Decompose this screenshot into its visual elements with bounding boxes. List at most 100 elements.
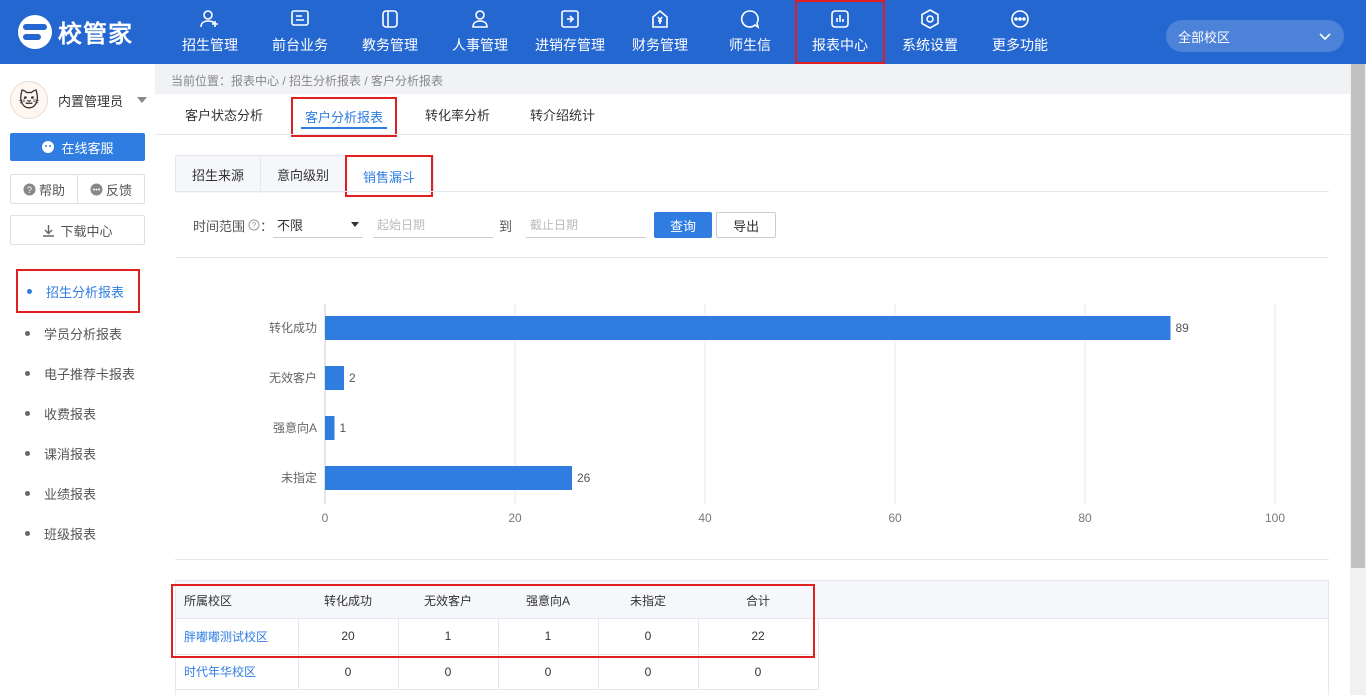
start-date-input[interactable]: 起始日期 bbox=[373, 212, 494, 238]
nav-item-more[interactable]: 更多功能 bbox=[975, 0, 1065, 64]
nav-item-enrollment[interactable]: 招生管理 bbox=[165, 0, 255, 64]
question-icon: ? bbox=[23, 183, 36, 195]
feedback-icon bbox=[90, 183, 103, 195]
help-button[interactable]: ? 帮助 bbox=[11, 175, 77, 203]
sidebar-item-class-report[interactable]: 班级报表 bbox=[0, 513, 155, 553]
y-category-label: 转化成功 bbox=[269, 320, 317, 335]
tab-conversion-rate[interactable]: 转化率分析 bbox=[413, 94, 502, 135]
chat-icon bbox=[740, 10, 760, 29]
column-header: 未指定 bbox=[629, 593, 666, 608]
nav-item-reports[interactable]: 报表中心 bbox=[795, 0, 885, 64]
sidebar-item-performance-report[interactable]: 业绩报表 bbox=[0, 473, 155, 513]
filter-bar: 时间范围 ? ： 不限 起始日期 到 截止日期 查询 导出 bbox=[193, 212, 777, 238]
query-button[interactable]: 查询 bbox=[654, 212, 713, 238]
table-row: 胖嘟嘟测试校区 20 1 1 0 22 bbox=[176, 619, 819, 655]
divider bbox=[175, 257, 1329, 258]
sidebar-item-label: 课消报表 bbox=[44, 446, 97, 462]
online-service-label: 在线客服 bbox=[61, 140, 114, 156]
top-navigation-bar: 校管家 招生管理 前台业务 教务管理 人事管理 进销存管理 财务管理 师生信 报… bbox=[0, 0, 1366, 64]
nav-item-hr[interactable]: 人事管理 bbox=[435, 0, 525, 64]
nav-label: 师生信 bbox=[729, 37, 771, 53]
table-cell: 0 bbox=[598, 654, 699, 690]
nav-item-settings[interactable]: 系统设置 bbox=[885, 0, 975, 64]
sidebar-item-label: 业绩报表 bbox=[44, 486, 97, 502]
app-logo[interactable]: 校管家 bbox=[18, 14, 133, 49]
to-label: 到 bbox=[499, 218, 513, 234]
table-row: 时代年华校区 0 0 0 0 0 bbox=[176, 654, 819, 690]
funnel-bar bbox=[325, 466, 572, 490]
tab-customer-analysis[interactable]: 客户分析报表 bbox=[291, 96, 398, 137]
table-cell: 22 bbox=[698, 619, 819, 655]
bullet-icon bbox=[25, 530, 30, 536]
user-menu[interactable]: 🐱 内置管理员 bbox=[10, 81, 148, 119]
campus-select[interactable]: 全部校区 bbox=[1166, 20, 1344, 52]
bar-value-label: 26 bbox=[577, 471, 591, 485]
export-button[interactable]: 导出 bbox=[716, 212, 777, 238]
x-tick-label: 60 bbox=[888, 511, 902, 525]
table-cell: 0 bbox=[598, 619, 699, 655]
scrollbar[interactable] bbox=[1350, 64, 1366, 695]
column-header: 无效客户 bbox=[423, 593, 472, 608]
analysis-subtabs: 招生来源 意向级别 销售漏斗 bbox=[175, 155, 435, 197]
x-tick-label: 40 bbox=[698, 511, 712, 525]
subtab-source[interactable]: 招生来源 bbox=[176, 156, 261, 193]
bullet-icon bbox=[25, 490, 30, 496]
tab-referral-stats[interactable]: 转介绍统计 bbox=[518, 94, 607, 135]
sidebar-menu: 招生分析报表 学员分析报表 电子推荐卡报表 收费报表 课消报表 业绩报表 班级报… bbox=[0, 269, 155, 553]
nav-label: 报表中心 bbox=[812, 37, 868, 53]
breadcrumb: 当前位置：报表中心 / 招生分析报表 / 客户分析报表 bbox=[171, 74, 444, 88]
table-cell: 0 bbox=[398, 654, 499, 690]
funnel-bar bbox=[325, 366, 344, 390]
logo-text: 校管家 bbox=[58, 21, 133, 48]
nav-item-academic[interactable]: 教务管理 bbox=[345, 0, 435, 64]
online-service-button[interactable]: 在线客服 bbox=[10, 133, 145, 161]
sidebar-item-label: 学员分析报表 bbox=[44, 326, 123, 342]
avatar: 🐱 bbox=[10, 81, 48, 119]
time-range-label: 时间范围 bbox=[193, 218, 246, 234]
scrollbar-thumb[interactable] bbox=[1351, 64, 1365, 568]
x-tick-label: 20 bbox=[508, 511, 522, 525]
feedback-button[interactable]: 反馈 bbox=[77, 175, 144, 203]
nav-item-inventory[interactable]: 进销存管理 bbox=[525, 0, 615, 64]
time-range-value: 不限 bbox=[277, 218, 304, 233]
end-date-input[interactable]: 截止日期 bbox=[526, 212, 647, 238]
chat-bubble-icon bbox=[42, 141, 55, 153]
nav-item-front-desk[interactable]: 前台业务 bbox=[255, 0, 345, 64]
tab-customer-status[interactable]: 客户状态分析 bbox=[173, 94, 275, 135]
table-cell: 1 bbox=[398, 619, 499, 655]
download-center-button[interactable]: 下载中心 bbox=[10, 215, 145, 245]
caret-down-icon bbox=[351, 222, 360, 227]
nav-label: 进销存管理 bbox=[535, 37, 605, 53]
campus-link[interactable]: 时代年华校区 bbox=[176, 654, 299, 690]
table-cell: 0 bbox=[698, 654, 819, 690]
bar-value-label: 89 bbox=[1176, 321, 1190, 335]
nav-item-messaging[interactable]: 师生信 bbox=[705, 0, 795, 64]
time-range-select[interactable]: 不限 bbox=[273, 212, 364, 238]
report-icon bbox=[831, 10, 849, 28]
svg-text:?: ? bbox=[252, 221, 257, 230]
bullet-icon bbox=[25, 330, 30, 336]
funnel-bar bbox=[325, 416, 335, 440]
column-header: 转化成功 bbox=[323, 593, 372, 608]
sidebar-item-student-report[interactable]: 学员分析报表 bbox=[0, 313, 155, 353]
download-icon bbox=[43, 224, 55, 237]
question-circle-icon[interactable]: ? bbox=[248, 219, 260, 231]
nav-item-finance[interactable]: 财务管理 bbox=[615, 0, 705, 64]
column-header: 所属校区 bbox=[184, 593, 233, 608]
settings-icon bbox=[921, 9, 939, 29]
sidebar-item-referral-card-report[interactable]: 电子推荐卡报表 bbox=[0, 353, 155, 393]
subtab-intent-level[interactable]: 意向级别 bbox=[260, 156, 346, 193]
sidebar-item-label: 招生分析报表 bbox=[46, 284, 125, 300]
table-cell: 0 bbox=[298, 654, 399, 690]
funnel-bar bbox=[325, 316, 1171, 340]
sidebar-item-fee-report[interactable]: 收费报表 bbox=[0, 393, 155, 433]
y-category-label: 未指定 bbox=[281, 470, 317, 485]
user-name: 内置管理员 bbox=[58, 93, 124, 109]
nav-label: 招生管理 bbox=[182, 37, 238, 53]
sidebar-item-consumption-report[interactable]: 课消报表 bbox=[0, 433, 155, 473]
campus-link[interactable]: 胖嘟嘟测试校区 bbox=[176, 619, 299, 655]
y-category-label: 无效客户 bbox=[269, 370, 317, 385]
main-content: 客户状态分析 客户分析报表 转化率分析 转介绍统计 招生来源 意向级别 销售漏斗… bbox=[155, 94, 1350, 695]
x-tick-label: 80 bbox=[1078, 511, 1092, 525]
sidebar-item-enrollment-report[interactable]: 招生分析报表 bbox=[16, 269, 140, 313]
